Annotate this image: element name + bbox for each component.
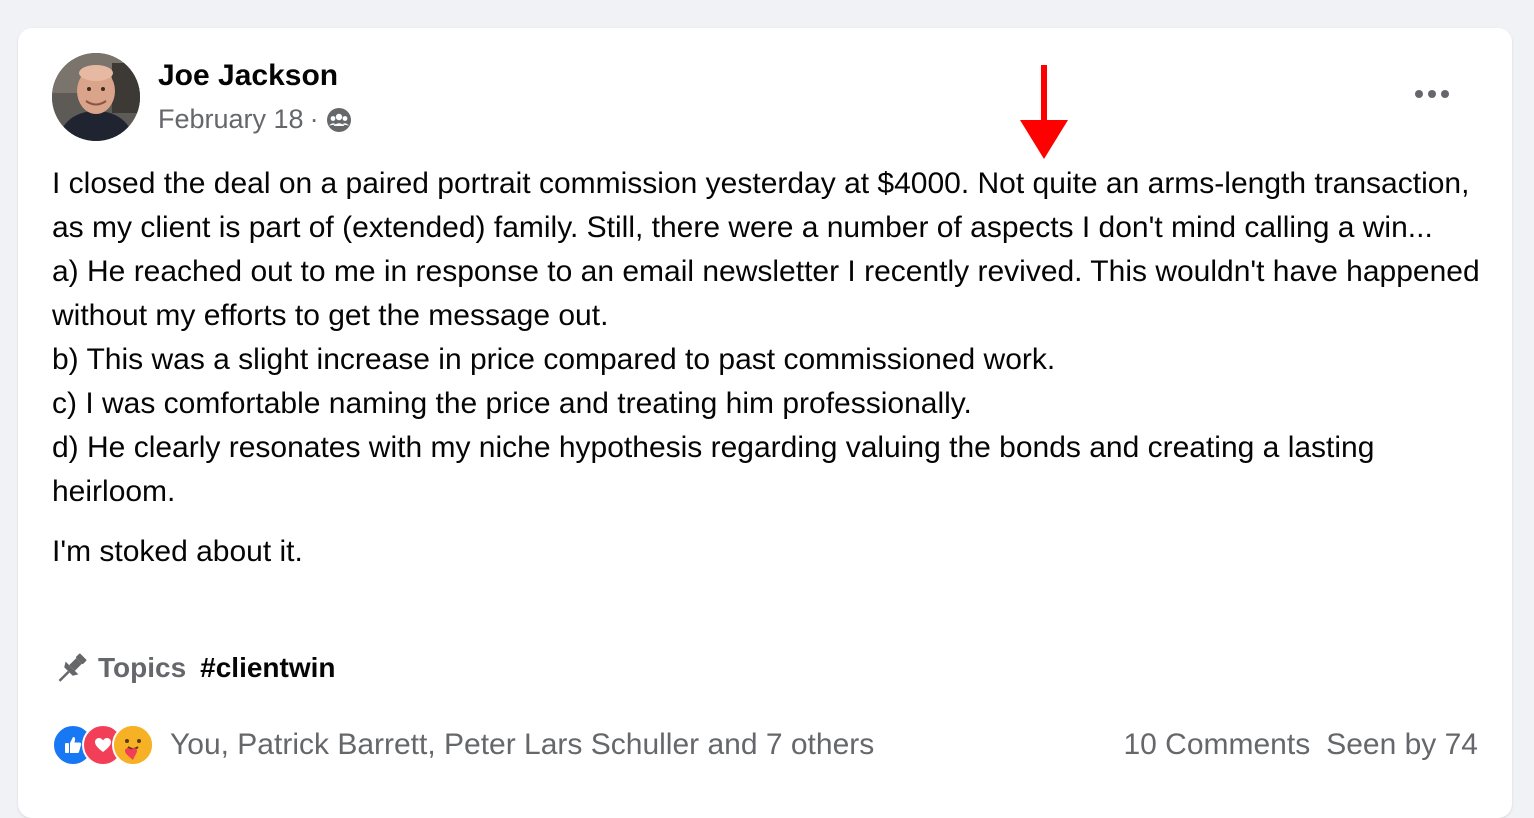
care-icon: [112, 724, 154, 766]
topics-label: Topics: [98, 652, 187, 683]
post-meta: February 18 ·: [158, 104, 353, 135]
post-body: I closed the deal on a paired portrait c…: [52, 162, 1482, 574]
post-paragraph: d) He clearly resonates with my niche hy…: [52, 431, 1375, 508]
post-paragraph: a) He reached out to me in response to a…: [52, 255, 1480, 332]
topics-row: Topics #clientwin: [52, 648, 336, 688]
reaction-icons[interactable]: [52, 724, 154, 766]
post-paragraph: b) This was a slight increase in price c…: [52, 343, 1056, 376]
author-name[interactable]: Joe Jackson: [158, 59, 338, 93]
post-paragraph: c) I was comfortable naming the price an…: [52, 387, 972, 420]
annotation-arrow-icon: [1020, 65, 1068, 159]
avatar[interactable]: [52, 53, 140, 141]
post-closing: I'm stoked about it.: [52, 535, 303, 568]
group-audience-icon[interactable]: [325, 106, 353, 134]
pin-icon: [58, 653, 87, 682]
ellipsis-icon: [1415, 90, 1449, 98]
comments-count-link[interactable]: 10 Comments: [1123, 728, 1310, 762]
post-paragraph: I closed the deal on a paired portrait c…: [52, 167, 1470, 244]
post-footer: You, Patrick Barrett, Peter Lars Schulle…: [52, 722, 1478, 768]
reactions-summary[interactable]: You, Patrick Barrett, Peter Lars Schulle…: [170, 728, 874, 762]
post-stats: 10 Comments Seen by 74: [1123, 728, 1478, 762]
seen-by-count[interactable]: Seen by 74: [1326, 728, 1478, 762]
post-date[interactable]: February 18: [158, 104, 304, 135]
more-options-button[interactable]: [1410, 76, 1454, 112]
post-card: Joe Jackson February 18 · I closed the d…: [18, 28, 1512, 818]
topic-hashtag-link[interactable]: #clientwin: [200, 652, 335, 684]
meta-separator: ·: [309, 104, 319, 134]
